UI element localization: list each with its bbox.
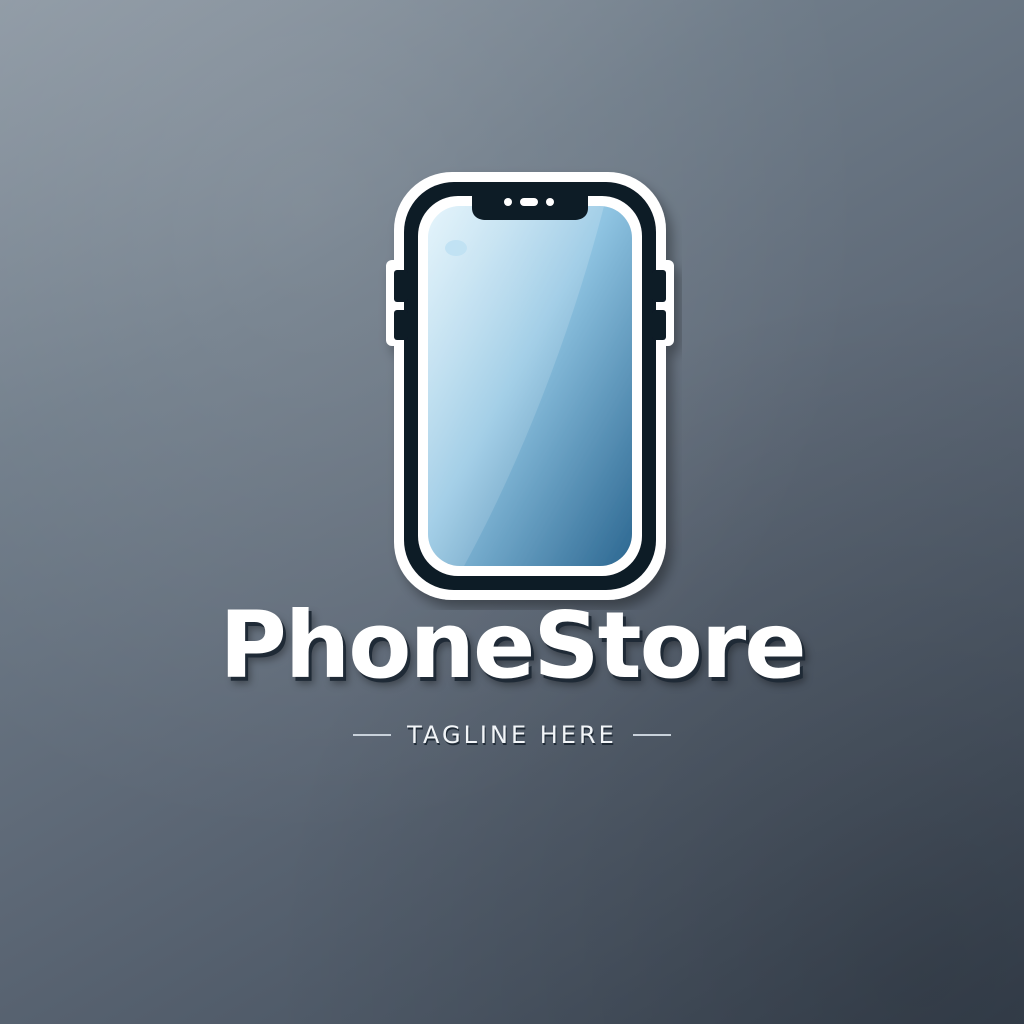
- tagline-right-rule: [632, 734, 671, 736]
- logo-canvas: PhoneStore TAGLINE HERE: [0, 0, 1024, 1024]
- tagline-left-rule: [353, 734, 392, 736]
- tagline: TAGLINE HERE: [407, 721, 617, 749]
- smartphone-icon: [386, 172, 674, 600]
- brand-name: PhoneStore: [219, 592, 806, 699]
- tagline-row: TAGLINE HERE: [0, 720, 1024, 750]
